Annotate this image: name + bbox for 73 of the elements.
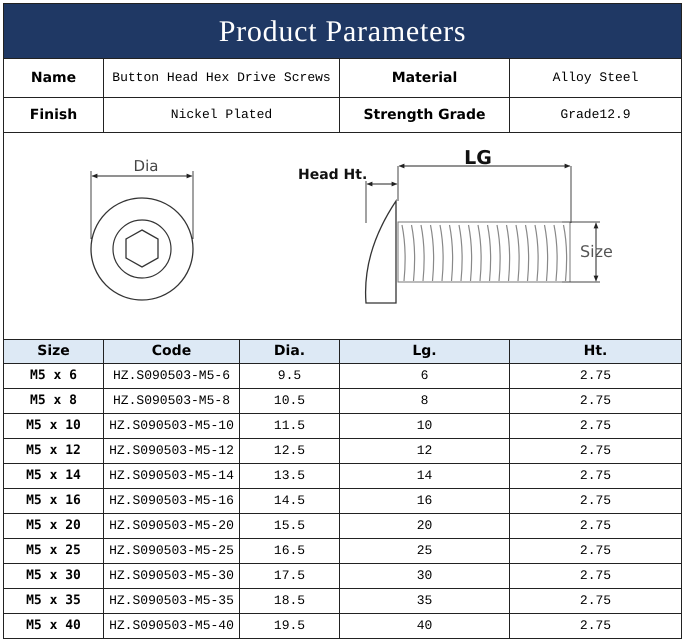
table-cell: 2.75 [510, 438, 682, 464]
table-cell: HZ.S090503-M5-8 [104, 388, 240, 414]
table-cell: 17.5 [240, 564, 340, 588]
table-cell: M5 x 12 [4, 438, 104, 464]
table-cell: M5 x 16 [4, 488, 104, 514]
table-cell: 2.75 [510, 614, 682, 638]
table-cell: HZ.S090503-M5-30 [104, 564, 240, 588]
head-height-arrow [366, 182, 398, 186]
table-cell: 10.5 [240, 388, 340, 414]
table-cell: 19.5 [240, 614, 340, 638]
table-cell: 2.75 [510, 514, 682, 538]
table-cell: M5 x 8 [4, 388, 104, 414]
table-cell: 12.5 [240, 438, 340, 464]
table-cell: 16.5 [240, 538, 340, 564]
table-cell: M5 x 14 [4, 464, 104, 488]
table-cell: M5 x 20 [4, 514, 104, 538]
table-cell: 13.5 [240, 464, 340, 488]
spec-label: Name [4, 58, 104, 98]
table-cell: HZ.S090503-M5-10 [104, 414, 240, 438]
spec-label: Material [340, 58, 510, 98]
title-banner: Product Parameters [4, 4, 682, 58]
column-header: Ht. [510, 340, 682, 364]
diameter-label: Dia [134, 157, 158, 175]
table-cell: 9.5 [240, 364, 340, 388]
table-cell: 15.5 [240, 514, 340, 538]
table-cell: 35 [340, 588, 510, 614]
table-cell: HZ.S090503-M5-14 [104, 464, 240, 488]
table-cell: M5 x 35 [4, 588, 104, 614]
table-cell: HZ.S090503-M5-6 [104, 364, 240, 388]
table-cell: 16 [340, 488, 510, 514]
table-cell: 2.75 [510, 364, 682, 388]
table-cell: 8 [340, 388, 510, 414]
spec-label: Strength Grade [340, 98, 510, 132]
table-cell: 10 [340, 414, 510, 438]
column-header: Size [4, 340, 104, 364]
table-cell: M5 x 25 [4, 538, 104, 564]
table-cell: 2.75 [510, 564, 682, 588]
table-cell: 25 [340, 538, 510, 564]
table-cell: HZ.S090503-M5-35 [104, 588, 240, 614]
table-cell: 14.5 [240, 488, 340, 514]
table-cell: 2.75 [510, 538, 682, 564]
spec-label: Finish [4, 98, 104, 132]
spec-value: Button Head Hex Drive Screws [104, 58, 340, 98]
table-cell: 2.75 [510, 388, 682, 414]
table-cell: 12 [340, 438, 510, 464]
table-cell: 2.75 [510, 464, 682, 488]
table-cell: 2.75 [510, 414, 682, 438]
spec-value: Nickel Plated [104, 98, 340, 132]
table-cell: HZ.S090503-M5-20 [104, 514, 240, 538]
table-cell: M5 x 10 [4, 414, 104, 438]
table-cell: 2.75 [510, 588, 682, 614]
table-cell: M5 x 6 [4, 364, 104, 388]
column-header: Code [104, 340, 240, 364]
table-cell: 40 [340, 614, 510, 638]
table-cell: M5 x 40 [4, 614, 104, 638]
length-label: LG [464, 147, 492, 169]
head-height-label: Head Ht. [298, 167, 368, 183]
column-header: Lg. [340, 340, 510, 364]
table-cell: 30 [340, 564, 510, 588]
column-header: Dia. [240, 340, 340, 364]
table-cell: 14 [340, 464, 510, 488]
table-cell: 20 [340, 514, 510, 538]
spec-value: Grade12.9 [510, 98, 682, 132]
table-cell: 2.75 [510, 488, 682, 514]
table-cell: HZ.S090503-M5-25 [104, 538, 240, 564]
table-cell: 18.5 [240, 588, 340, 614]
table-cell: HZ.S090503-M5-16 [104, 488, 240, 514]
spec-value: Alloy Steel [510, 58, 682, 98]
table-cell: 6 [340, 364, 510, 388]
table-cell: M5 x 30 [4, 564, 104, 588]
table-cell: HZ.S090503-M5-40 [104, 614, 240, 638]
table-cell: HZ.S090503-M5-12 [104, 438, 240, 464]
table-cell: 11.5 [240, 414, 340, 438]
